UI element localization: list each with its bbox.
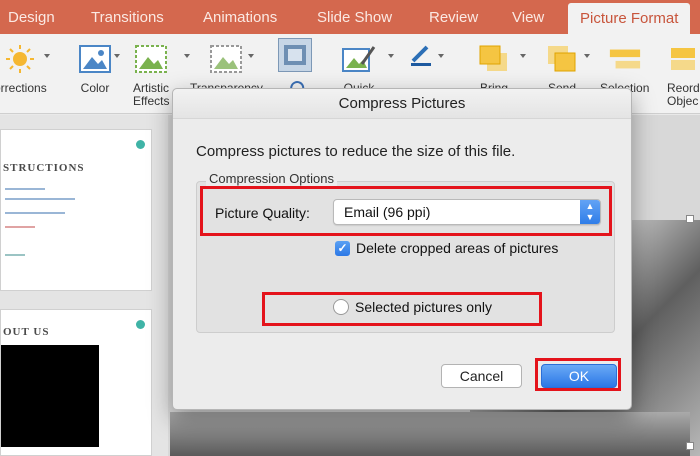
tab-review[interactable]: Review <box>429 0 478 34</box>
reorder-label: Reord Objec <box>667 81 700 108</box>
chevron-down-icon[interactable] <box>44 54 50 58</box>
status-dot <box>136 140 145 149</box>
color-label: Color <box>80 81 110 95</box>
cancel-button[interactable]: Cancel <box>441 364 522 388</box>
chevron-down-icon[interactable] <box>248 54 254 58</box>
tab-slide-show[interactable]: Slide Show <box>317 0 392 34</box>
chevron-down-icon[interactable] <box>520 54 526 58</box>
dialog-description: Compress pictures to reduce the size of … <box>196 143 516 160</box>
transparency-icon <box>209 42 243 76</box>
corrections-label: orrections <box>0 81 47 95</box>
artistic-effects-icon <box>134 42 168 76</box>
color-button[interactable]: Color <box>78 42 112 95</box>
text-line <box>5 254 25 256</box>
chevron-down-icon[interactable] <box>114 54 120 58</box>
ribbon-tab-bar: Design Transitions Animations Slide Show… <box>0 0 700 34</box>
dialog-title: Compress Pictures <box>173 89 631 119</box>
resize-handle[interactable] <box>686 442 694 450</box>
compression-options-label: Compression Options <box>206 171 337 186</box>
picture-color-icon <box>78 42 112 76</box>
slide-title: STRUCTIONS <box>3 162 85 174</box>
slide-thumbnail-panel: STRUCTIONS OUT US <box>0 115 168 456</box>
selection-pane-icon-button[interactable] <box>278 38 312 78</box>
highlight-selected-pictures-only <box>262 292 542 326</box>
chevron-down-icon[interactable] <box>438 54 444 58</box>
tab-picture-format[interactable]: Picture Format <box>568 3 691 34</box>
highlight-ok-button <box>535 358 621 391</box>
slide-thumbnail[interactable]: STRUCTIONS <box>0 129 152 291</box>
tab-view[interactable]: View <box>512 0 544 34</box>
text-line <box>5 226 35 228</box>
pen-icon <box>408 42 434 68</box>
highlight-picture-quality <box>200 186 612 236</box>
tab-transitions[interactable]: Transitions <box>91 0 164 34</box>
quick-styles-icon <box>342 42 376 76</box>
slide-thumbnail[interactable]: OUT US <box>0 309 152 456</box>
reorder-icon <box>667 42 700 76</box>
slide-image <box>1 345 99 447</box>
status-dot <box>136 320 145 329</box>
slide-title: OUT US <box>3 326 50 338</box>
text-line <box>5 188 45 190</box>
corrections-button[interactable]: orrections <box>0 42 47 95</box>
picture-frame-icon <box>278 38 312 72</box>
reorder-objects-button[interactable]: Reord Objec <box>667 42 700 108</box>
text-line <box>5 212 65 214</box>
tab-animations[interactable]: Animations <box>203 0 277 34</box>
chevron-down-icon[interactable] <box>584 54 590 58</box>
picture-border-button[interactable] <box>408 42 434 74</box>
resize-handle[interactable] <box>686 215 694 223</box>
chevron-down-icon[interactable] <box>388 54 394 58</box>
selection-pane-icon <box>608 42 642 76</box>
artistic-effects-button[interactable]: Artistic Effects <box>133 42 169 108</box>
tab-design[interactable]: Design <box>8 0 55 34</box>
delete-cropped-checkbox[interactable]: ✓ <box>335 241 350 256</box>
delete-cropped-label[interactable]: Delete cropped areas of pictures <box>356 240 558 256</box>
bring-forward-icon <box>477 42 511 76</box>
slide-picture <box>170 412 690 456</box>
sun-icon <box>3 42 37 76</box>
artistic-effects-label: Artistic Effects <box>133 81 170 108</box>
send-backward-icon <box>545 42 579 76</box>
text-line <box>5 198 75 200</box>
